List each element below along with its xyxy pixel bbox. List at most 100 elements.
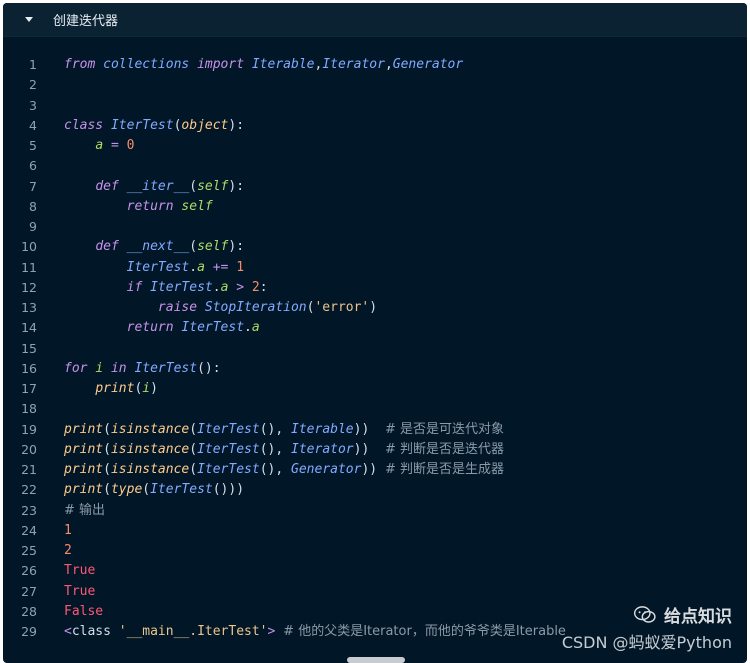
code-token: (),	[259, 421, 292, 437]
code-token: ,	[384, 57, 393, 72]
line-number: 20	[21, 441, 37, 457]
code-token: ()))	[212, 482, 245, 498]
horizontal-scrollbar-thumb[interactable]	[347, 657, 405, 663]
code-line: 19 print(isinstance(IterTest(), Iterable)…	[3, 420, 747, 440]
code-token: print	[64, 441, 104, 457]
code-token: for	[64, 360, 88, 376]
line-number: 21	[21, 462, 37, 477]
code-line: 26 True	[3, 561, 747, 581]
line-number: 22	[21, 482, 37, 498]
code-text: raise StopIteration('error')	[64, 298, 377, 318]
line-number: 9	[29, 219, 37, 234]
code-text: IterTest.a += 1	[64, 258, 244, 278]
line-number: 4	[29, 117, 37, 133]
code-line: 18	[3, 399, 747, 419]
code-token: ):	[228, 178, 245, 194]
code-token: raise	[157, 300, 198, 315]
code-text: return IterTest.a	[64, 318, 260, 338]
code-token: 0	[126, 138, 135, 153]
code-token: __iter__	[126, 178, 190, 194]
code-block-header[interactable]: 创建迭代器	[3, 3, 747, 37]
code-text: 2	[64, 541, 72, 561]
code-line: 6	[3, 156, 747, 176]
code-token: a	[197, 259, 205, 275]
code-token: (	[189, 178, 198, 194]
code-token: 2	[64, 543, 72, 558]
code-line: 15	[3, 339, 747, 359]
code-text: <class '__main__.IterTest'> # 他的父类是Itera…	[64, 622, 566, 642]
code-token: __next__	[126, 239, 190, 255]
watermark: 给点知识 CSDN @蚂蚁爱Python	[562, 602, 732, 653]
code-line: 8 return self	[3, 197, 747, 217]
code-token: ):	[228, 117, 245, 133]
code-token: ))	[353, 421, 370, 437]
line-number: 26	[21, 563, 37, 579]
code-text: 1	[64, 521, 72, 541]
line-number: 23	[21, 502, 37, 518]
code-token: object	[181, 117, 229, 133]
code-token: print	[64, 421, 104, 437]
code-text: return self	[64, 197, 213, 217]
code-token: :	[259, 279, 268, 295]
code-token: print	[64, 462, 104, 477]
code-token: Generator	[291, 462, 362, 477]
code-token: .	[189, 259, 198, 275]
line-number: 8	[29, 198, 37, 214]
line-number: 24	[21, 522, 37, 538]
code-token: IterTest	[126, 259, 190, 275]
code-token: False	[64, 603, 104, 619]
code-token: return	[126, 320, 174, 336]
code-token: 1	[64, 522, 72, 538]
code-token: ():	[197, 360, 221, 376]
code-token: .	[212, 279, 221, 295]
line-number: 25	[21, 543, 37, 558]
code-token: (	[103, 441, 111, 457]
code-token: type	[110, 482, 143, 498]
code-token: (),	[259, 462, 292, 477]
code-token: (	[189, 462, 198, 477]
line-number: 28	[21, 603, 37, 619]
line-number: 29	[21, 624, 37, 639]
code-token: >	[236, 279, 245, 295]
code-token: <	[64, 624, 72, 639]
code-token: IterTest	[197, 421, 260, 437]
code-line: 7 def __iter__(self):	[3, 177, 747, 197]
code-token: )	[369, 300, 378, 315]
code-token: from	[64, 57, 96, 72]
code-token: IterTest	[110, 117, 174, 133]
code-text: print(isinstance(IterTest(), Generator))…	[64, 460, 504, 480]
code-block: 创建迭代器 1 from collections import Iterable,…	[3, 3, 747, 663]
code-token: (	[189, 239, 198, 255]
code-line: 17 print(i)	[3, 379, 747, 399]
line-number: 18	[21, 401, 37, 417]
code-line: 2	[3, 75, 747, 95]
code-text: print(isinstance(IterTest(), Iterable)) …	[64, 420, 504, 440]
code-text: if IterTest.a > 2:	[64, 278, 268, 298]
code-token: a	[251, 320, 260, 336]
caret-down-icon[interactable]	[25, 17, 33, 22]
code-line: 25 2	[3, 541, 747, 561]
code-token: ))	[353, 441, 370, 457]
code-token: (	[103, 421, 111, 437]
code-text: print(i)	[64, 379, 158, 399]
code-text: a = 0	[64, 136, 134, 156]
code-content: 1 from collections import Iterable,Iterat…	[3, 55, 747, 642]
watermark-brand: 给点知识	[664, 607, 732, 627]
line-number: 10	[21, 239, 37, 255]
code-token: # 是否是可迭代对象	[384, 421, 504, 437]
code-token: # 判断是否是迭代器	[384, 441, 504, 457]
code-token: if	[126, 279, 143, 295]
line-number: 11	[21, 259, 37, 275]
line-number: 6	[29, 158, 37, 174]
code-line: 3	[3, 96, 747, 116]
